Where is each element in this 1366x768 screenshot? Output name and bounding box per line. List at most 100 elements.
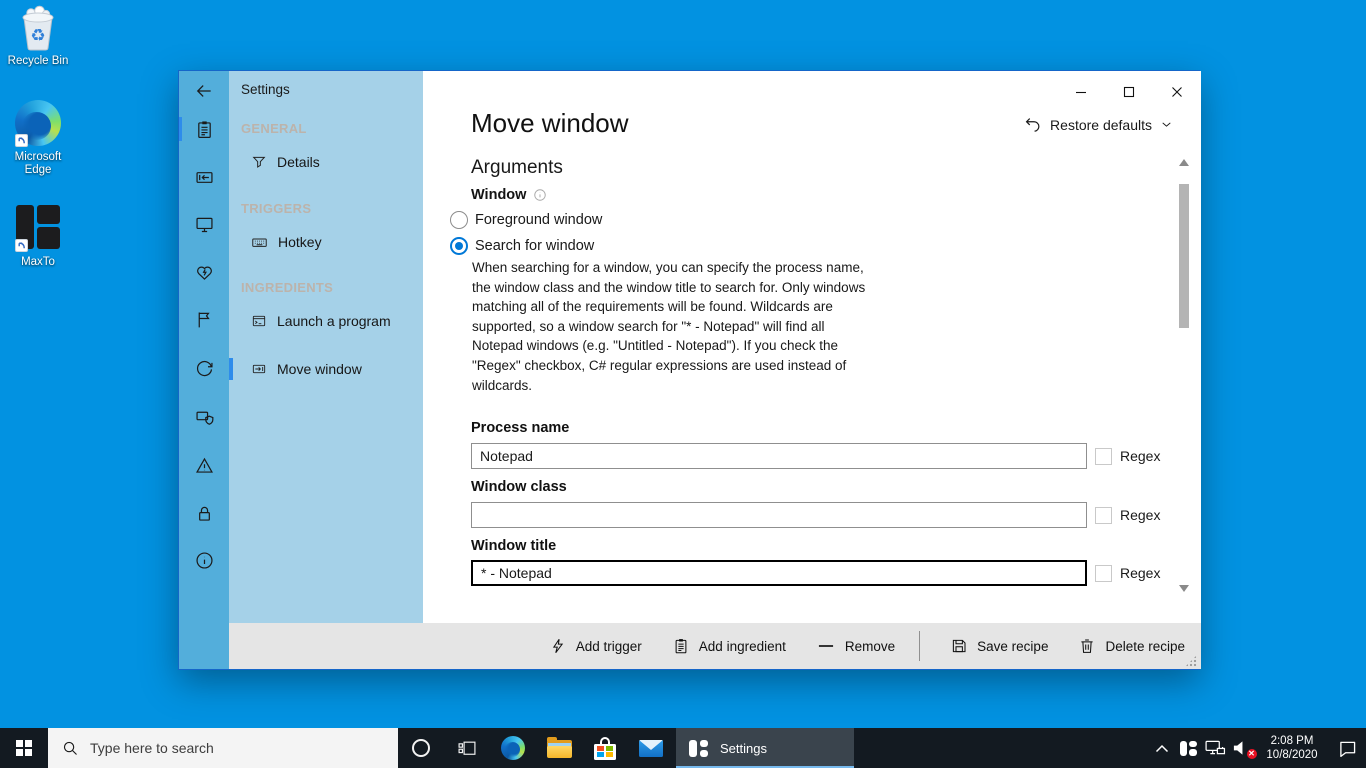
- minimize-button[interactable]: [1059, 79, 1103, 105]
- filter-icon: [251, 154, 267, 170]
- clock-date: 10/8/2020: [1258, 748, 1326, 762]
- rail-about-button[interactable]: [179, 540, 229, 580]
- move-window-icon: [251, 361, 267, 377]
- rail-flags-button[interactable]: [179, 299, 229, 339]
- desktop-icon-recycle-bin[interactable]: ♻ Recycle Bin: [0, 4, 76, 68]
- edge-taskbar-button[interactable]: [490, 728, 536, 768]
- edge-icon: [14, 100, 62, 148]
- scrollbar-up-arrow[interactable]: [1179, 159, 1189, 166]
- desktop-icon-label: MaxTo: [0, 256, 76, 269]
- nav-item-hotkey[interactable]: Hotkey: [229, 227, 423, 257]
- keyboard-icon: [251, 234, 268, 251]
- maxto-settings-window: Settings GENERAL Details TRIGGERS Hotkey…: [178, 70, 1200, 670]
- restore-defaults-button[interactable]: Restore defaults: [1023, 115, 1173, 134]
- microsoft-store-button[interactable]: [582, 728, 628, 768]
- process-name-regex-checkbox[interactable]: [1095, 448, 1112, 465]
- maxto-icon: [14, 205, 62, 253]
- tray-volume[interactable]: ✕: [1229, 728, 1256, 768]
- start-button[interactable]: [0, 728, 48, 768]
- rail-privacy-button[interactable]: [179, 397, 229, 437]
- maxto-tray-icon: [1180, 741, 1197, 756]
- taskbar-search[interactable]: [48, 728, 398, 768]
- chevron-up-icon: [1155, 744, 1169, 753]
- arguments-heading: Arguments: [471, 157, 563, 179]
- desktop-icon-maxto[interactable]: MaxTo: [0, 203, 76, 269]
- nav-group-general: GENERAL: [241, 121, 307, 136]
- desktop-icon-label: Recycle Bin: [0, 55, 76, 68]
- window-controls: [1059, 79, 1199, 105]
- cortana-button[interactable]: [398, 728, 444, 768]
- regex-label: Regex: [1120, 507, 1160, 524]
- edge-icon: [501, 736, 525, 760]
- shortcut-arrow-icon: [15, 134, 28, 147]
- active-task-settings[interactable]: Settings: [676, 728, 854, 768]
- window-class-label: Window class: [471, 479, 567, 495]
- clock-time: 2:08 PM: [1258, 734, 1326, 748]
- remove-button[interactable]: Remove: [816, 636, 895, 656]
- save-icon: [950, 637, 968, 655]
- window-title-input[interactable]: [471, 560, 1087, 586]
- window-class-input[interactable]: [471, 502, 1087, 528]
- chevron-down-icon: [1160, 118, 1173, 131]
- tray-maxto[interactable]: [1175, 728, 1202, 768]
- nav-group-ingredients: INGREDIENTS: [241, 280, 333, 295]
- rail-monitors-button[interactable]: [179, 204, 229, 244]
- search-window-description: When searching for a window, you can spe…: [472, 258, 944, 395]
- close-button[interactable]: [1155, 79, 1199, 105]
- add-trigger-button[interactable]: Add trigger: [549, 637, 642, 655]
- window-title-label: Window title: [471, 538, 556, 554]
- settings-nav-panel: Settings GENERAL Details TRIGGERS Hotkey…: [229, 71, 423, 623]
- maximize-button[interactable]: [1107, 79, 1151, 105]
- rail-updates-button[interactable]: [179, 348, 229, 388]
- taskbar: Settings ✕ 2:08 PM 10/8/2020: [0, 728, 1366, 768]
- process-name-input[interactable]: [471, 443, 1087, 469]
- save-recipe-button[interactable]: Save recipe: [950, 637, 1048, 655]
- delete-recipe-button[interactable]: Delete recipe: [1078, 637, 1185, 655]
- program-window-icon: [251, 313, 267, 329]
- nav-header: Settings: [241, 82, 290, 97]
- rail-troubleshoot-button[interactable]: [179, 445, 229, 485]
- action-center-button[interactable]: [1328, 728, 1366, 768]
- tray-network[interactable]: [1202, 728, 1229, 768]
- back-button[interactable]: [179, 76, 229, 106]
- windows-logo-icon: [16, 740, 32, 756]
- task-view-button[interactable]: [444, 728, 490, 768]
- nav-item-move-window[interactable]: Move window: [229, 354, 423, 384]
- radio-circle: [450, 211, 468, 229]
- add-ingredient-button[interactable]: Add ingredient: [672, 637, 786, 655]
- window-title-regex-checkbox[interactable]: [1095, 565, 1112, 582]
- window-class-regex-checkbox[interactable]: [1095, 507, 1112, 524]
- radio-search-for-window[interactable]: Search for window: [450, 237, 594, 255]
- nav-rail: [179, 71, 229, 669]
- desktop-icon-label: Microsoft Edge: [0, 151, 76, 177]
- tray-chevron-up[interactable]: [1148, 728, 1175, 768]
- action-center-icon: [1338, 740, 1357, 757]
- desktop-icon-microsoft-edge[interactable]: Microsoft Edge: [0, 99, 76, 177]
- mail-button[interactable]: [628, 728, 674, 768]
- scrollbar-down-arrow[interactable]: [1179, 585, 1189, 592]
- rail-recipes-button[interactable]: [179, 109, 229, 149]
- system-tray: ✕ 2:08 PM 10/8/2020: [1148, 728, 1366, 768]
- radio-circle-selected: [450, 237, 468, 255]
- process-name-label: Process name: [471, 420, 569, 436]
- rail-snap-button[interactable]: [179, 157, 229, 197]
- regex-label: Regex: [1120, 448, 1160, 465]
- search-icon: [62, 740, 79, 757]
- minus-icon: [816, 636, 836, 656]
- scrollbar-thumb[interactable]: [1179, 184, 1189, 328]
- file-explorer-button[interactable]: [536, 728, 582, 768]
- lightning-icon: [549, 637, 567, 655]
- network-icon: [1205, 740, 1226, 756]
- rail-license-button[interactable]: [179, 493, 229, 533]
- search-input[interactable]: [90, 740, 370, 756]
- nav-item-details[interactable]: Details: [229, 147, 423, 177]
- tray-clock[interactable]: 2:08 PM 10/8/2020: [1256, 734, 1328, 762]
- trash-icon: [1078, 637, 1096, 655]
- radio-foreground-window[interactable]: Foreground window: [450, 211, 602, 229]
- recycle-bin-icon: ♻: [14, 4, 62, 52]
- store-icon: [594, 737, 616, 760]
- rail-health-button[interactable]: [179, 252, 229, 292]
- nav-item-launch-program[interactable]: Launch a program: [229, 306, 423, 336]
- nav-group-triggers: TRIGGERS: [241, 201, 311, 216]
- svg-text:♻: ♻: [30, 26, 45, 46]
